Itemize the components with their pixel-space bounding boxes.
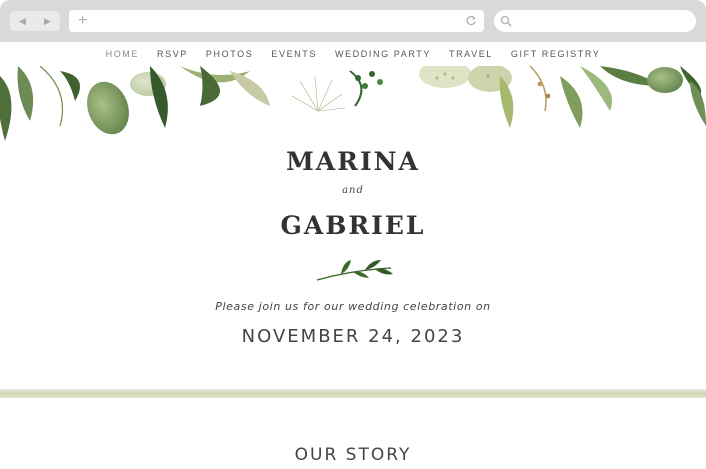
and-connector: and xyxy=(342,185,364,196)
nav-item-home[interactable]: HOME xyxy=(97,49,148,59)
search-icon xyxy=(500,15,512,27)
invitation-text: Please join us for our wedding celebrati… xyxy=(215,300,491,313)
partner-one-name: MARINA xyxy=(286,147,420,176)
site-navigation: HOME RSVP PHOTOS EVENTS WEDDING PARTY TR… xyxy=(0,42,706,66)
plus-icon[interactable]: + xyxy=(78,12,87,30)
wedding-date: NOVEMBER 24, 2023 xyxy=(241,326,465,347)
nav-item-events[interactable]: EVENTS xyxy=(262,49,326,59)
forward-button[interactable]: ▶ xyxy=(35,11,60,31)
search-input[interactable] xyxy=(494,10,696,32)
section-divider xyxy=(0,389,706,398)
forward-arrow-icon: ▶ xyxy=(44,15,51,26)
section-title-our-story: OUR STORY xyxy=(294,445,412,465)
nav-item-travel[interactable]: TRAVEL xyxy=(440,49,502,59)
foliage-banner-illustration xyxy=(0,66,706,141)
address-bar[interactable]: + xyxy=(69,10,484,32)
nav-item-gift-registry[interactable]: GIFT REGISTRY xyxy=(502,49,609,59)
nav-item-wedding-party[interactable]: WEDDING PARTY xyxy=(326,49,440,59)
nav-item-rsvp[interactable]: RSVP xyxy=(148,49,197,59)
nav-buttons-group: ◀ ▶ xyxy=(10,11,60,31)
partner-two-name: GABRIEL xyxy=(280,211,426,240)
back-arrow-icon: ◀ xyxy=(19,15,26,26)
reload-icon[interactable] xyxy=(465,15,477,27)
leaf-sprig-icon xyxy=(316,260,393,281)
nav-item-photos[interactable]: PHOTOS xyxy=(197,49,262,59)
browser-toolbar: ◀ ▶ + xyxy=(0,0,706,42)
back-button[interactable]: ◀ xyxy=(10,11,35,31)
